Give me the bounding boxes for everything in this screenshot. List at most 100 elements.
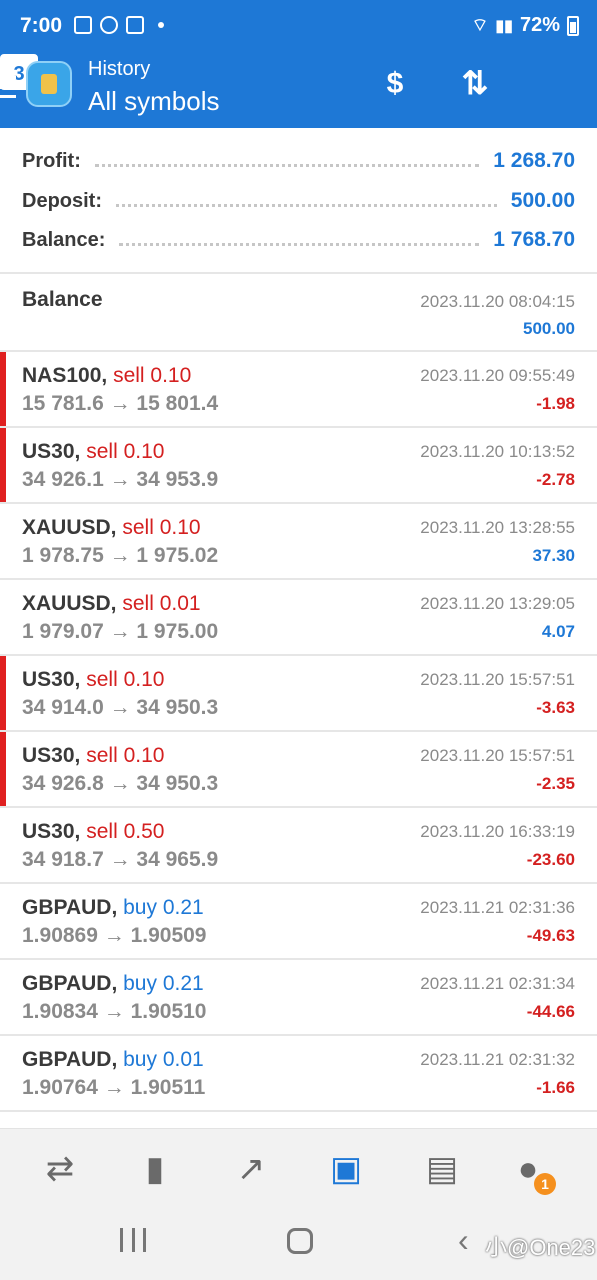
deal-row[interactable]: US30, sell 0.50 34 918.7 → 34 965.9 2023…	[0, 808, 597, 884]
profit-row: Profit: 1 268.70	[22, 146, 575, 176]
deal-prices: 34 926.8 → 34 950.3	[22, 772, 219, 795]
profit-label: Profit:	[22, 149, 81, 172]
system-navigation-bar: ‹ 小@One23	[0, 1208, 597, 1280]
deal-symbol: US30,	[22, 820, 81, 843]
deal-datetime: 2023.11.21 02:31:32	[420, 1050, 575, 1069]
deal-symbol: GBPAUD,	[22, 972, 118, 995]
deposit-label: Deposit:	[22, 189, 102, 212]
messages-tab[interactable]: ● 1	[506, 1147, 556, 1195]
deal-prices: 34 926.1 → 34 953.9	[22, 468, 219, 491]
leader-dots	[119, 242, 480, 246]
deal-row[interactable]: GBPAUD, buy 0.01 1.90764 → 1.90511 2023.…	[0, 1036, 597, 1112]
deal-datetime: 2023.11.21 02:31:36	[420, 898, 575, 917]
deal-side: sell 0.10	[86, 744, 165, 767]
balance-entry-datetime: 2023.11.20 08:04:15	[420, 292, 575, 311]
deal-symbol: GBPAUD,	[22, 896, 118, 919]
deal-prices: 1.90869 → 1.90509	[22, 924, 207, 947]
sort-icon[interactable]: ⇅	[455, 64, 495, 102]
leader-dots	[94, 163, 480, 167]
chart-tab[interactable]: ▮	[133, 1147, 177, 1191]
trade-tab[interactable]: ↗	[229, 1147, 273, 1191]
wifi-icon: ⌔	[471, 15, 489, 35]
recent-apps-button[interactable]	[120, 1228, 146, 1252]
menu-icon[interactable]	[0, 76, 16, 98]
deal-row[interactable]: US30, sell 0.10 34 926.1 → 34 953.9 2023…	[0, 428, 597, 504]
watermark: 小@One23	[485, 1235, 596, 1260]
deal-symbol: GBPAUD,	[22, 1048, 118, 1071]
deal-profit: -2.35	[536, 774, 575, 793]
back-button[interactable]: ‹	[458, 1222, 469, 1259]
battery-percent: 72%	[519, 14, 560, 36]
app-bar: History All symbols $ ⇅ 3	[0, 54, 597, 128]
balance-entry[interactable]: Balance 2023.11.20 08:04:15 500.00	[0, 274, 597, 352]
deal-row[interactable]: US30, sell 0.10 34 926.8 → 34 950.3 2023…	[0, 732, 597, 808]
deal-symbol: NAS100,	[22, 364, 108, 387]
balance-entry-amount: 500.00	[523, 319, 575, 338]
dollar-refresh-icon[interactable]: $	[375, 67, 415, 101]
deal-datetime: 2023.11.20 15:57:51	[420, 670, 575, 689]
arrows-icon: ⇄	[45, 1150, 75, 1188]
news-tab[interactable]: ▤	[420, 1147, 464, 1191]
deal-row[interactable]: GBPAUD, buy 0.21 1.90869 → 1.90509 2023.…	[0, 884, 597, 960]
deal-profit: -44.66	[526, 1002, 575, 1021]
history-summary: Profit: 1 268.70 Deposit: 500.00 Balance…	[0, 128, 597, 274]
deposit-value: 500.00	[510, 189, 575, 212]
candles-icon: ▮	[145, 1150, 165, 1188]
deal-row[interactable]: US30, sell 0.10 34 914.0 → 34 950.3 2023…	[0, 656, 597, 732]
deal-prices: 1 979.07 → 1 975.00	[22, 620, 219, 643]
deal-side: buy 0.21	[123, 896, 204, 919]
balance-label: Balance:	[22, 228, 106, 251]
deal-profit: -3.63	[536, 698, 575, 717]
deal-datetime: 2023.11.20 09:55:49	[420, 366, 575, 385]
quotes-tab[interactable]: ⇄	[38, 1147, 82, 1191]
deal-prices: 1.90764 → 1.90511	[22, 1076, 206, 1099]
deposit-row: Deposit: 500.00	[22, 186, 575, 216]
deal-symbol: XAUUSD,	[22, 592, 117, 615]
deal-symbol: XAUUSD,	[22, 516, 117, 539]
deal-side: sell 0.10	[122, 516, 201, 539]
deal-row[interactable]: XAUUSD, sell 0.10 1 978.75 → 1 975.02 20…	[0, 504, 597, 580]
deal-profit: -1.98	[536, 394, 575, 413]
gallery-icon	[74, 16, 92, 34]
deal-symbol: US30,	[22, 668, 81, 691]
deal-datetime: 2023.11.20 13:28:55	[420, 518, 575, 537]
deal-side: sell 0.10	[86, 440, 165, 463]
deal-side: sell 0.50	[86, 820, 165, 843]
newspaper-icon: ▤	[425, 1150, 459, 1188]
symbol-filter-title[interactable]: All symbols	[88, 86, 219, 117]
deal-prices: 15 781.6 → 15 801.4	[22, 392, 219, 415]
history-tab[interactable]: ▣	[324, 1147, 368, 1191]
battery-icon	[567, 15, 579, 36]
deal-datetime: 2023.11.20 15:57:51	[420, 746, 575, 765]
home-button[interactable]	[287, 1228, 313, 1254]
deal-prices: 1.90834 → 1.90510	[22, 1000, 207, 1023]
leader-dots	[116, 203, 497, 207]
deal-datetime: 2023.11.20 16:33:19	[420, 822, 575, 841]
deal-symbol: US30,	[22, 440, 81, 463]
deal-profit: 4.07	[541, 622, 575, 641]
deal-datetime: 2023.11.20 13:29:05	[420, 594, 575, 613]
deal-row[interactable]: NAS100, sell 0.10 15 781.6 → 15 801.4 20…	[0, 352, 597, 428]
loss-indicator	[0, 352, 6, 426]
deal-row[interactable]: GBPAUD, buy 0.21 1.90834 → 1.90510 2023.…	[0, 960, 597, 1036]
profit-value: 1 268.70	[493, 149, 575, 172]
trend-icon: ↗	[236, 1150, 266, 1188]
app-subtitle: History	[88, 58, 151, 80]
deal-prices: 34 914.0 → 34 950.3	[22, 696, 219, 719]
loss-indicator	[0, 656, 6, 730]
inbox-icon: ▣	[329, 1150, 363, 1188]
more-notifications-dot	[158, 22, 164, 28]
deal-side: sell 0.01	[122, 592, 201, 615]
chrome-icon	[100, 16, 118, 34]
app-notification-icon	[126, 16, 144, 34]
bottom-tab-bar: ⇄ ▮ ↗ ▣ ▤ ● 1	[0, 1128, 597, 1208]
deal-prices: 34 918.7 → 34 965.9	[22, 848, 219, 871]
loss-indicator	[0, 428, 6, 502]
deal-row[interactable]: XAUUSD, sell 0.01 1 979.07 → 1 975.00 20…	[0, 580, 597, 656]
notification-icons	[74, 16, 164, 34]
balance-row: Balance: 1 768.70	[22, 225, 575, 255]
deal-profit: -49.63	[526, 926, 575, 945]
deal-datetime: 2023.11.21 02:31:34	[420, 974, 575, 993]
deal-profit: -23.60	[526, 850, 575, 869]
deal-datetime: 2023.11.20 10:13:52	[420, 442, 575, 461]
